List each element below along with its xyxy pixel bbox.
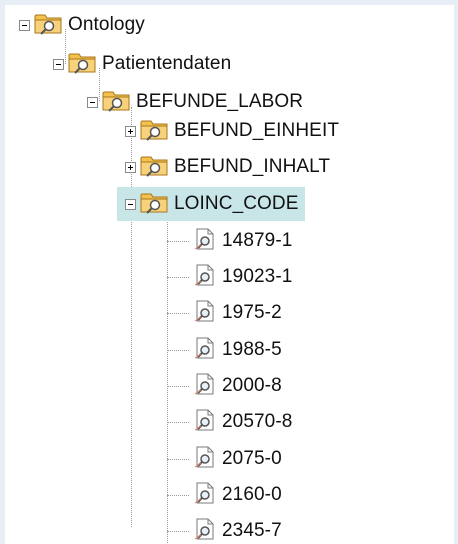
tree-leaf-2000-8[interactable]: 2000-8 (192, 369, 282, 403)
tree-line (167, 386, 189, 387)
document-search-icon (192, 408, 216, 437)
tree-leaf-label: 2345-7 (222, 520, 282, 541)
tree-node-befund-einheit[interactable]: BEFUND_EINHEIT (125, 114, 339, 148)
collapse-toggle[interactable] (19, 19, 30, 31)
tree-leaf-label: 2000-8 (222, 375, 282, 396)
folder-search-icon (140, 153, 168, 182)
tree-node-label: Ontology (68, 14, 145, 35)
tree-leaf-19023-1[interactable]: 19023-1 (192, 260, 292, 294)
tree-node-label: BEFUND_EINHEIT (174, 120, 340, 141)
tree-node-label: LOINC_CODE (174, 193, 299, 214)
tree-leaf-label: 20570-8 (222, 411, 293, 432)
collapse-toggle[interactable] (125, 198, 136, 210)
document-search-icon (192, 445, 216, 474)
tree-line (167, 277, 189, 278)
tree-line (167, 495, 189, 496)
tree-line (167, 422, 189, 423)
tree-line (167, 350, 189, 351)
document-search-icon (192, 481, 216, 510)
expand-toggle[interactable] (125, 125, 136, 137)
tree-leaf-label: 2160-0 (222, 484, 282, 505)
tree-leaf-14879-1[interactable]: 14879-1 (192, 224, 292, 258)
document-search-icon (192, 227, 216, 256)
tree-node-loinc-code[interactable]: LOINC_CODE (117, 187, 305, 221)
expand-toggle[interactable] (125, 161, 136, 173)
document-search-icon (192, 372, 216, 401)
tree-line (167, 313, 189, 314)
tree-node-befund-inhalt[interactable]: BEFUND_INHALT (125, 150, 330, 184)
tree-line (167, 241, 189, 242)
tree-leaf-1988-5[interactable]: 1988-5 (192, 333, 282, 367)
tree-leaf-2075-0[interactable]: 2075-0 (192, 442, 282, 476)
document-search-icon (192, 299, 216, 328)
ontology-tree: Ontology Patientendaten BEFUNDE_LABOR BE… (5, 5, 454, 544)
tree-leaf-label: 1988-5 (222, 339, 282, 360)
tree-leaf-2345-7[interactable]: 2345-7 (192, 514, 282, 544)
tree-line (167, 531, 189, 532)
folder-search-icon (68, 50, 96, 79)
tree-node-label: BEFUND_INHALT (174, 156, 331, 177)
document-search-icon (192, 517, 216, 544)
document-search-icon (192, 263, 216, 292)
tree-leaf-label: 1975-2 (222, 302, 282, 323)
collapse-toggle[interactable] (53, 58, 64, 70)
tree-leaf-label: 19023-1 (222, 266, 293, 287)
tree-leaf-20570-8[interactable]: 20570-8 (192, 405, 292, 439)
tree-node-ontology[interactable]: Ontology (19, 8, 145, 42)
tree-node-label: BEFUNDE_LABOR (136, 91, 304, 112)
folder-search-icon (102, 88, 130, 117)
tree-leaf-label: 14879-1 (222, 230, 293, 251)
tree-node-patientendaten[interactable]: Patientendaten (53, 47, 231, 81)
folder-search-icon (140, 190, 168, 219)
tree-node-label: Patientendaten (102, 53, 232, 74)
folder-search-icon (140, 117, 168, 146)
tree-leaf-1975-2[interactable]: 1975-2 (192, 296, 282, 330)
tree-line (167, 459, 189, 460)
tree-leaf-2160-0[interactable]: 2160-0 (192, 478, 282, 512)
document-search-icon (192, 336, 216, 365)
collapse-toggle[interactable] (87, 96, 98, 108)
tree-leaf-label: 2075-0 (222, 448, 282, 469)
folder-search-icon (34, 11, 62, 40)
